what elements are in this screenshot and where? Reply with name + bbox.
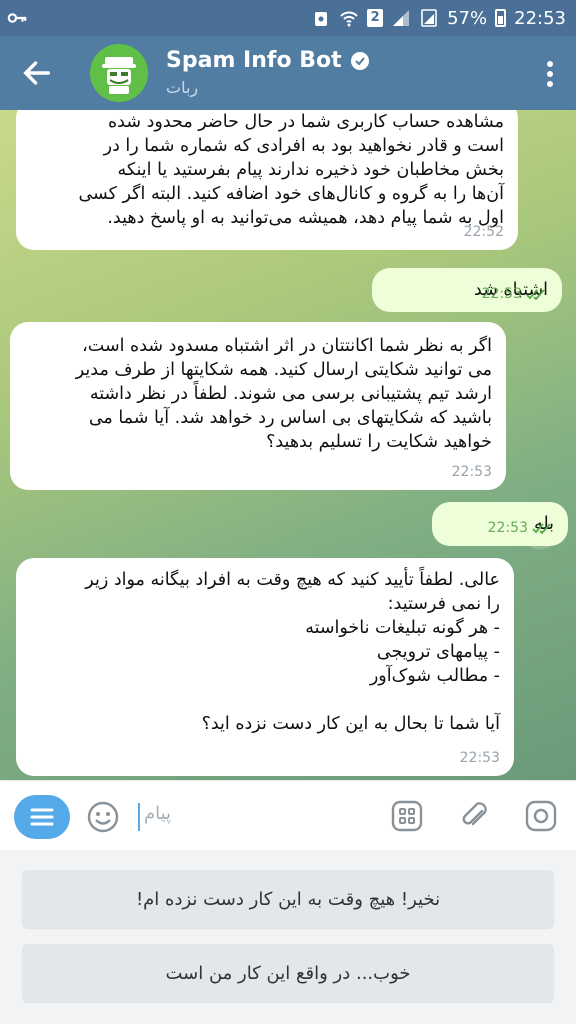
message-input-bar: پیام — [0, 780, 576, 850]
bot-avatar[interactable] — [90, 44, 148, 102]
message-time: 22:53 — [481, 286, 522, 302]
clock: 22:53 — [514, 7, 566, 29]
message-text: مشاهده حساب کاربری شما در حال حاضر محدود… — [78, 112, 504, 228]
bot-keyboard-button[interactable] — [14, 795, 70, 839]
lock-notification-icon — [315, 12, 328, 26]
camera-icon[interactable] — [524, 799, 558, 833]
message-bubble-incoming[interactable]: اگر به نظر شما اکانتتان در اثر اشتباه مس… — [10, 322, 506, 490]
battery-percent: 57% — [447, 7, 488, 29]
chat-area[interactable]: مشاهده حساب کاربری شما در حال حاضر محدود… — [0, 110, 576, 780]
message-time: 22:52 — [463, 224, 504, 240]
reply-keyboard: نخیر! هیچ وقت به این کار دست نزده ام! خو… — [0, 850, 576, 1024]
key-icon — [7, 13, 27, 23]
message-time-row: 22:53 — [482, 282, 548, 306]
message-time-row: 22:53 — [488, 516, 554, 540]
message-bubble-incoming[interactable]: عالی. لطفاً تأیید کنید که هیچ وقت به افر… — [16, 558, 514, 776]
commands-icon[interactable] — [390, 799, 424, 833]
double-check-icon — [526, 289, 545, 300]
back-arrow-icon[interactable] — [20, 56, 54, 90]
message-time: 22:53 — [459, 750, 500, 766]
verified-icon — [350, 51, 369, 70]
reply-button-yes[interactable]: خوب... در واقع این کار من است — [22, 944, 554, 1002]
message-time: 22:53 — [487, 520, 528, 536]
wifi-icon — [340, 11, 358, 27]
bot-avatar-icon — [90, 44, 148, 102]
message-bubble-incoming[interactable]: مشاهده حساب کاربری شما در حال حاضر محدود… — [16, 110, 518, 250]
chat-title-row[interactable]: Spam Info Bot — [166, 48, 370, 73]
message-bubble-outgoing[interactable]: بله 22:53 — [432, 502, 568, 546]
message-text: عالی. لطفاً تأیید کنید که هیچ وقت به افر… — [85, 570, 500, 734]
emoji-icon[interactable] — [86, 800, 120, 834]
message-time: 22:53 — [451, 464, 492, 480]
message-input[interactable]: پیام — [138, 803, 218, 831]
message-bubble-outgoing[interactable]: اشتباه شد 22:53 — [372, 268, 562, 312]
double-check-icon — [532, 523, 551, 534]
reply-button-never[interactable]: نخیر! هیچ وقت به این کار دست نزده ام! — [22, 870, 554, 928]
chat-title: Spam Info Bot — [166, 48, 342, 73]
signal-icon-2 — [421, 9, 437, 27]
attach-icon[interactable] — [458, 799, 492, 833]
chat-header: Spam Info Bot ربات — [0, 36, 576, 110]
signal-icon — [393, 10, 410, 26]
battery-icon — [495, 9, 507, 27]
more-vert-icon[interactable] — [546, 60, 554, 88]
status-bar: 2 57% 22:53 — [0, 0, 576, 36]
keyboard-menu-icon — [30, 808, 54, 826]
sim-badge: 2 — [367, 9, 384, 27]
chat-subtitle: ربات — [166, 78, 199, 97]
message-text: اگر به نظر شما اکانتتان در اثر اشتباه مس… — [75, 336, 492, 452]
